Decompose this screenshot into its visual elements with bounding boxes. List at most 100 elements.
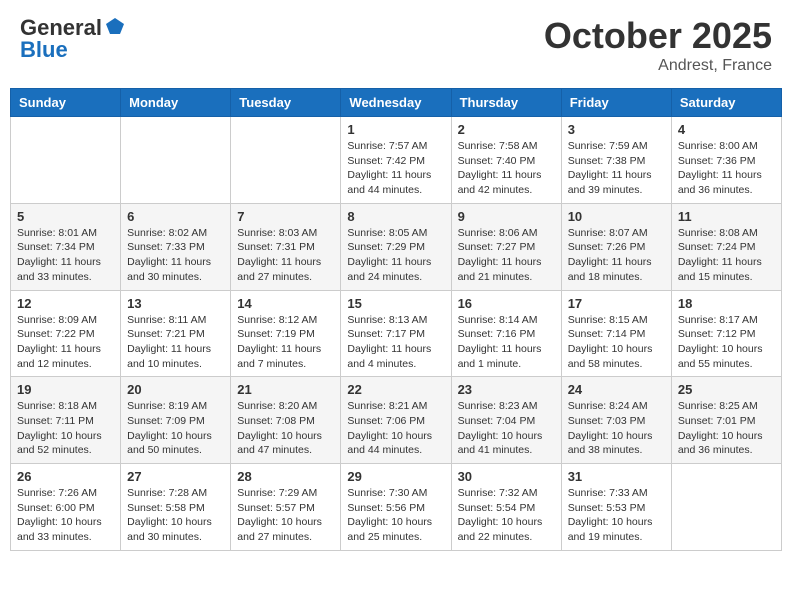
calendar-cell: [11, 117, 121, 204]
page-header: General Blue October 2025 Andrest, Franc…: [10, 10, 782, 80]
location-title: Andrest, France: [544, 57, 772, 75]
calendar-cell: 5 Sunrise: 8:01 AM Sunset: 7:34 PM Daylig…: [11, 203, 121, 290]
cell-sun-info: Sunrise: 7:33 AM Sunset: 5:53 PM Dayligh…: [568, 486, 665, 545]
cell-sun-info: Sunrise: 7:29 AM Sunset: 5:57 PM Dayligh…: [237, 486, 334, 545]
cell-day-number: 2: [458, 122, 555, 137]
cell-day-number: 25: [678, 382, 775, 397]
cell-sun-info: Sunrise: 8:25 AM Sunset: 7:01 PM Dayligh…: [678, 399, 775, 458]
calendar-week-row: 19 Sunrise: 8:18 AM Sunset: 7:11 PM Dayli…: [11, 377, 782, 464]
calendar-cell: 16Sunrise: 8:14 AM Sunset: 7:16 PM Dayli…: [451, 290, 561, 377]
cell-day-number: 12: [17, 296, 114, 311]
cell-sun-info: Sunrise: 7:32 AM Sunset: 5:54 PM Dayligh…: [458, 486, 555, 545]
cell-sun-info: Sunrise: 8:21 AM Sunset: 7:06 PM Dayligh…: [347, 399, 444, 458]
cell-day-number: 17: [568, 296, 665, 311]
cell-sun-info: Sunrise: 8:23 AM Sunset: 7:04 PM Dayligh…: [458, 399, 555, 458]
cell-day-number: 26: [17, 469, 114, 484]
cell-sun-info: Sunrise: 8:17 AM Sunset: 7:12 PM Dayligh…: [678, 313, 775, 372]
cell-sun-info: Sunrise: 8:15 AM Sunset: 7:14 PM Dayligh…: [568, 313, 665, 372]
calendar-cell: 29 Sunrise: 7:30 AM Sunset: 5:56 PM Dayli…: [341, 464, 451, 551]
calendar-cell: 30 Sunrise: 7:32 AM Sunset: 5:54 PM Dayli…: [451, 464, 561, 551]
calendar-cell: 22 Sunrise: 8:21 AM Sunset: 7:06 PM Dayli…: [341, 377, 451, 464]
calendar-cell: 25 Sunrise: 8:25 AM Sunset: 7:01 PM Dayli…: [671, 377, 781, 464]
calendar-cell: 11Sunrise: 8:08 AM Sunset: 7:24 PM Dayli…: [671, 203, 781, 290]
cell-sun-info: Sunrise: 8:06 AM Sunset: 7:27 PM Dayligh…: [458, 226, 555, 285]
cell-day-number: 18: [678, 296, 775, 311]
header-friday: Friday: [561, 89, 671, 117]
calendar-cell: 15Sunrise: 8:13 AM Sunset: 7:17 PM Dayli…: [341, 290, 451, 377]
header-thursday: Thursday: [451, 89, 561, 117]
logo-blue: Blue: [20, 37, 68, 63]
cell-day-number: 22: [347, 382, 444, 397]
cell-day-number: 6: [127, 209, 224, 224]
logo-flag-icon: [104, 16, 126, 38]
cell-day-number: 21: [237, 382, 334, 397]
calendar-cell: 28 Sunrise: 7:29 AM Sunset: 5:57 PM Dayli…: [231, 464, 341, 551]
calendar-header-row: Sunday Monday Tuesday Wednesday Thursday…: [11, 89, 782, 117]
cell-sun-info: Sunrise: 8:02 AM Sunset: 7:33 PM Dayligh…: [127, 226, 224, 285]
cell-day-number: 31: [568, 469, 665, 484]
calendar-cell: 19 Sunrise: 8:18 AM Sunset: 7:11 PM Dayli…: [11, 377, 121, 464]
calendar-cell: 13Sunrise: 8:11 AM Sunset: 7:21 PM Dayli…: [121, 290, 231, 377]
calendar-cell: 9 Sunrise: 8:06 AM Sunset: 7:27 PM Daylig…: [451, 203, 561, 290]
calendar-cell: [121, 117, 231, 204]
calendar-cell: [231, 117, 341, 204]
header-sunday: Sunday: [11, 89, 121, 117]
cell-day-number: 28: [237, 469, 334, 484]
calendar-cell: [671, 464, 781, 551]
calendar-week-row: 5 Sunrise: 8:01 AM Sunset: 7:34 PM Daylig…: [11, 203, 782, 290]
cell-sun-info: Sunrise: 8:01 AM Sunset: 7:34 PM Dayligh…: [17, 226, 114, 285]
cell-sun-info: Sunrise: 8:05 AM Sunset: 7:29 PM Dayligh…: [347, 226, 444, 285]
header-wednesday: Wednesday: [341, 89, 451, 117]
cell-day-number: 20: [127, 382, 224, 397]
cell-day-number: 30: [458, 469, 555, 484]
calendar-cell: 4Sunrise: 8:00 AM Sunset: 7:36 PM Daylig…: [671, 117, 781, 204]
cell-day-number: 9: [458, 209, 555, 224]
cell-sun-info: Sunrise: 8:18 AM Sunset: 7:11 PM Dayligh…: [17, 399, 114, 458]
calendar-cell: 3Sunrise: 7:59 AM Sunset: 7:38 PM Daylig…: [561, 117, 671, 204]
calendar-cell: 7Sunrise: 8:03 AM Sunset: 7:31 PM Daylig…: [231, 203, 341, 290]
calendar-cell: 21 Sunrise: 8:20 AM Sunset: 7:08 PM Dayli…: [231, 377, 341, 464]
cell-sun-info: Sunrise: 8:20 AM Sunset: 7:08 PM Dayligh…: [237, 399, 334, 458]
calendar-cell: 18 Sunrise: 8:17 AM Sunset: 7:12 PM Dayli…: [671, 290, 781, 377]
cell-day-number: 19: [17, 382, 114, 397]
cell-day-number: 23: [458, 382, 555, 397]
cell-day-number: 14: [237, 296, 334, 311]
cell-day-number: 16: [458, 296, 555, 311]
cell-sun-info: Sunrise: 7:26 AM Sunset: 6:00 PM Dayligh…: [17, 486, 114, 545]
calendar-cell: 6 Sunrise: 8:02 AM Sunset: 7:33 PM Daylig…: [121, 203, 231, 290]
header-monday: Monday: [121, 89, 231, 117]
calendar-week-row: 1Sunrise: 7:57 AM Sunset: 7:42 PM Daylig…: [11, 117, 782, 204]
cell-sun-info: Sunrise: 8:07 AM Sunset: 7:26 PM Dayligh…: [568, 226, 665, 285]
cell-day-number: 7: [237, 209, 334, 224]
calendar-cell: 8 Sunrise: 8:05 AM Sunset: 7:29 PM Daylig…: [341, 203, 451, 290]
cell-day-number: 4: [678, 122, 775, 137]
cell-sun-info: Sunrise: 7:28 AM Sunset: 5:58 PM Dayligh…: [127, 486, 224, 545]
cell-sun-info: Sunrise: 8:09 AM Sunset: 7:22 PM Dayligh…: [17, 313, 114, 372]
calendar-cell: 10Sunrise: 8:07 AM Sunset: 7:26 PM Dayli…: [561, 203, 671, 290]
cell-sun-info: Sunrise: 7:59 AM Sunset: 7:38 PM Dayligh…: [568, 139, 665, 198]
cell-sun-info: Sunrise: 8:11 AM Sunset: 7:21 PM Dayligh…: [127, 313, 224, 372]
title-area: October 2025 Andrest, France: [544, 15, 772, 75]
calendar-cell: 17 Sunrise: 8:15 AM Sunset: 7:14 PM Dayli…: [561, 290, 671, 377]
calendar-cell: 20 Sunrise: 8:19 AM Sunset: 7:09 PM Dayli…: [121, 377, 231, 464]
cell-day-number: 27: [127, 469, 224, 484]
cell-day-number: 8: [347, 209, 444, 224]
calendar-cell: 1Sunrise: 7:57 AM Sunset: 7:42 PM Daylig…: [341, 117, 451, 204]
cell-day-number: 5: [17, 209, 114, 224]
cell-sun-info: Sunrise: 8:19 AM Sunset: 7:09 PM Dayligh…: [127, 399, 224, 458]
cell-sun-info: Sunrise: 7:30 AM Sunset: 5:56 PM Dayligh…: [347, 486, 444, 545]
cell-day-number: 1: [347, 122, 444, 137]
cell-sun-info: Sunrise: 7:58 AM Sunset: 7:40 PM Dayligh…: [458, 139, 555, 198]
calendar-table: Sunday Monday Tuesday Wednesday Thursday…: [10, 88, 782, 551]
calendar-cell: 24Sunrise: 8:24 AM Sunset: 7:03 PM Dayli…: [561, 377, 671, 464]
month-title: October 2025: [544, 15, 772, 57]
calendar-cell: 12 Sunrise: 8:09 AM Sunset: 7:22 PM Dayli…: [11, 290, 121, 377]
header-saturday: Saturday: [671, 89, 781, 117]
cell-day-number: 29: [347, 469, 444, 484]
calendar-cell: 31 Sunrise: 7:33 AM Sunset: 5:53 PM Dayli…: [561, 464, 671, 551]
calendar-week-row: 26 Sunrise: 7:26 AM Sunset: 6:00 PM Dayli…: [11, 464, 782, 551]
cell-sun-info: Sunrise: 8:13 AM Sunset: 7:17 PM Dayligh…: [347, 313, 444, 372]
cell-day-number: 24: [568, 382, 665, 397]
calendar-cell: 14Sunrise: 8:12 AM Sunset: 7:19 PM Dayli…: [231, 290, 341, 377]
calendar-week-row: 12 Sunrise: 8:09 AM Sunset: 7:22 PM Dayli…: [11, 290, 782, 377]
